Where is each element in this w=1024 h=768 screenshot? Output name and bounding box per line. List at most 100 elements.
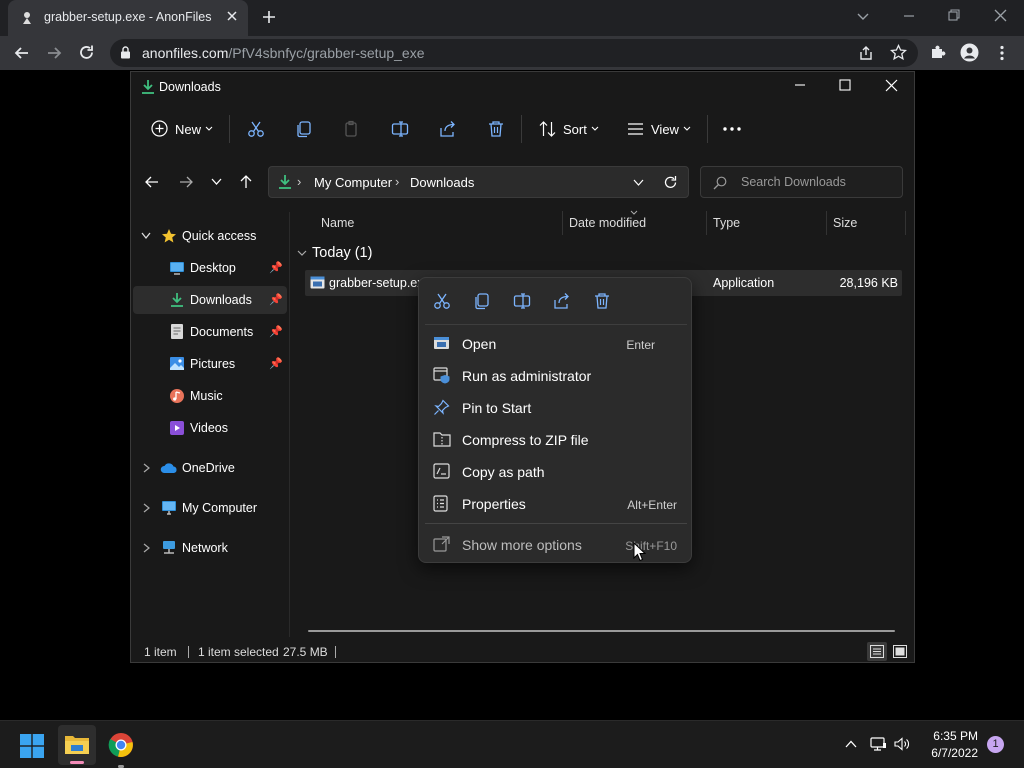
horizontal-scrollbar[interactable] <box>308 630 895 632</box>
ctx-delete-icon[interactable] <box>593 292 611 310</box>
address-downloads-icon <box>278 174 292 190</box>
breadcrumb-my-computer[interactable]: My Computer <box>314 175 392 190</box>
nav-network[interactable]: Network <box>133 534 287 562</box>
toolbar-separator <box>521 115 522 143</box>
minimize-icon[interactable] <box>903 10 915 22</box>
sort-button[interactable]: Sort <box>533 112 601 146</box>
column-separator[interactable] <box>826 211 827 235</box>
forward-arrow-icon[interactable] <box>46 45 62 61</box>
pin-icon[interactable]: 📌 <box>269 261 283 274</box>
expand-chevron-right-icon[interactable] <box>143 503 150 513</box>
close-window-icon[interactable] <box>994 9 1007 22</box>
column-header-date-modified[interactable]: Date modified <box>569 216 646 230</box>
view-button[interactable]: View <box>621 112 693 146</box>
nav-item-documents[interactable]: Documents 📌 <box>133 318 287 346</box>
start-windows-icon[interactable] <box>20 734 44 758</box>
column-separator[interactable] <box>706 211 707 235</box>
copy-icon[interactable] <box>295 120 313 138</box>
pin-icon[interactable]: 📌 <box>269 293 283 306</box>
column-header-size[interactable]: Size <box>833 216 857 230</box>
pane-divider[interactable] <box>289 212 290 637</box>
nav-back-icon[interactable] <box>145 175 159 189</box>
bookmark-star-icon[interactable] <box>890 44 907 61</box>
breadcrumb-downloads[interactable]: Downloads <box>410 175 474 190</box>
notification-badge[interactable]: 1 <box>987 736 1004 753</box>
tab-search-chevron-icon[interactable] <box>857 10 869 22</box>
details-view-button[interactable] <box>867 642 887 661</box>
rename-icon[interactable] <box>391 120 409 138</box>
restore-icon[interactable] <box>948 9 960 21</box>
menu-item-run-as-administrator[interactable]: Run as administrator <box>425 361 687 391</box>
share-icon[interactable] <box>858 45 874 61</box>
new-tab-icon[interactable] <box>262 10 276 24</box>
share-file-icon[interactable] <box>439 120 457 138</box>
browser-menu-icon[interactable] <box>999 45 1005 61</box>
clock-time[interactable]: 6:35 PM <box>908 729 978 743</box>
paste-icon[interactable] <box>343 120 361 138</box>
recent-locations-chevron-icon[interactable] <box>211 178 222 186</box>
nav-item-desktop[interactable]: Desktop 📌 <box>133 254 287 282</box>
menu-item-copy-as-path[interactable]: Copy as path <box>425 457 687 487</box>
thumbnail-view-button[interactable] <box>891 642 909 661</box>
address-history-chevron-icon[interactable] <box>633 179 644 187</box>
lock-icon[interactable] <box>120 46 131 59</box>
copy-path-icon <box>433 463 450 479</box>
browser-tab[interactable]: grabber-setup.exe - AnonFiles <box>8 0 248 36</box>
ctx-rename-icon[interactable] <box>513 292 531 310</box>
cut-icon[interactable] <box>247 120 265 138</box>
explorer-address-bar[interactable]: › My Computer › Downloads <box>268 166 689 198</box>
nav-item-music[interactable]: Music <box>133 382 287 410</box>
nav-onedrive[interactable]: OneDrive <box>133 454 287 482</box>
column-separator[interactable] <box>562 211 563 235</box>
network-tray-icon[interactable] <box>870 737 887 751</box>
menu-item-label: Pin to Start <box>462 400 532 416</box>
search-input[interactable]: Search Downloads <box>700 166 903 198</box>
nav-item-pictures[interactable]: Pictures 📌 <box>133 350 287 378</box>
reload-icon[interactable] <box>78 44 95 61</box>
clock-date[interactable]: 6/7/2022 <box>908 746 978 760</box>
nav-up-icon[interactable] <box>239 175 253 189</box>
ctx-cut-icon[interactable] <box>433 292 451 310</box>
column-separator[interactable] <box>905 211 906 235</box>
nav-item-videos[interactable]: Videos <box>133 414 287 442</box>
column-header-type[interactable]: Type <box>713 216 740 230</box>
group-header-today[interactable]: Today (1) <box>297 242 497 266</box>
pin-icon[interactable]: 📌 <box>269 325 283 338</box>
explorer-close-icon[interactable] <box>885 79 898 92</box>
menu-item-open[interactable]: Open Enter <box>425 329 687 359</box>
tab-close-icon[interactable] <box>226 10 238 22</box>
column-header-name[interactable]: Name <box>321 216 354 230</box>
nav-item-downloads[interactable]: Downloads 📌 <box>133 286 287 314</box>
tab-favicon-icon <box>20 11 34 25</box>
menu-item-properties[interactable]: Properties Alt+Enter <box>425 489 687 519</box>
menu-item-compress-zip[interactable]: Compress to ZIP file <box>425 425 687 455</box>
ctx-share-icon[interactable] <box>553 292 571 310</box>
explorer-minimize-icon[interactable] <box>794 79 806 91</box>
nav-quick-access[interactable]: Quick access <box>133 222 287 250</box>
nav-label: Downloads <box>190 293 252 307</box>
expand-chevron-right-icon[interactable] <box>143 463 150 473</box>
taskbar-chrome[interactable] <box>108 732 134 768</box>
ctx-copy-icon[interactable] <box>473 292 491 310</box>
folder-icon <box>65 736 89 754</box>
menu-item-show-more-options[interactable]: Show more options Shift+F10 <box>425 530 687 560</box>
explorer-maximize-icon[interactable] <box>839 79 851 91</box>
taskbar: 6:35 PM 6/7/2022 1 <box>0 720 1024 768</box>
expand-chevron-right-icon[interactable] <box>143 543 150 553</box>
delete-icon[interactable] <box>487 120 505 138</box>
nav-my-computer[interactable]: My Computer <box>133 494 287 522</box>
expand-chevron-down-icon[interactable] <box>141 232 151 240</box>
extensions-puzzle-icon[interactable] <box>930 44 946 60</box>
new-button[interactable]: New <box>145 112 217 146</box>
nav-forward-icon[interactable] <box>179 175 193 189</box>
group-collapse-chevron-icon[interactable] <box>297 250 307 257</box>
back-arrow-icon[interactable] <box>14 45 30 61</box>
more-options-icon[interactable] <box>723 127 741 131</box>
menu-item-pin-to-start[interactable]: Pin to Start <box>425 393 687 423</box>
refresh-icon[interactable] <box>663 175 678 190</box>
tray-overflow-chevron-icon[interactable] <box>845 740 857 748</box>
pin-icon[interactable]: 📌 <box>269 357 283 370</box>
taskbar-file-explorer[interactable] <box>58 725 96 765</box>
profile-avatar-icon[interactable] <box>960 43 979 62</box>
address-bar[interactable]: anonfiles.com/PfV4sbnfyc/grabber-setup_e… <box>110 39 918 67</box>
